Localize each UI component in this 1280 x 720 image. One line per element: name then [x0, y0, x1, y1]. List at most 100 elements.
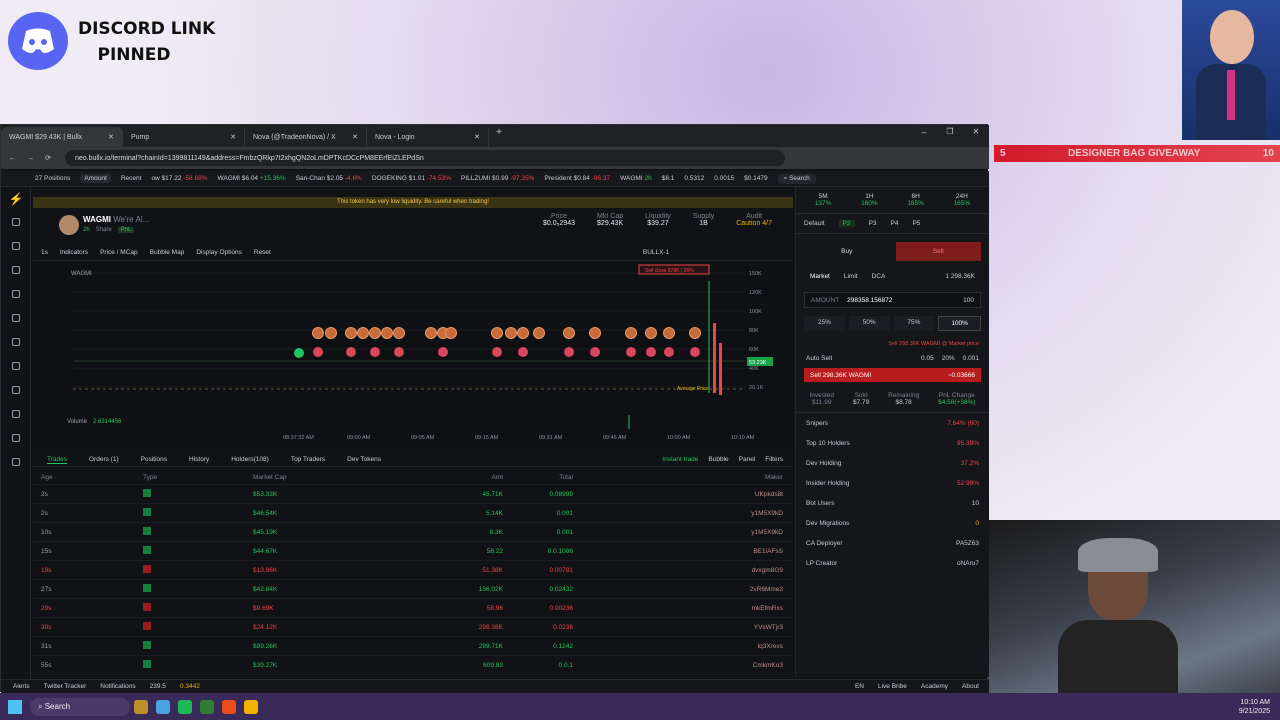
fee-priority[interactable]: 0.001 [963, 355, 979, 362]
preset-tab[interactable]: P5 [912, 220, 920, 227]
trades-tab[interactable]: Trades [47, 456, 67, 464]
price-chart[interactable]: Sell close $78K | 26% Average Price 53.2… [33, 263, 793, 449]
token-info-row[interactable]: Insider Holding 52.99% [796, 473, 989, 493]
order-type-tab[interactable]: DCA [872, 273, 886, 280]
trades-tab[interactable]: Dev Tokens [347, 456, 381, 464]
live-bribe-button[interactable]: Live Bribe [878, 683, 907, 690]
price-mcap-toggle[interactable]: Price / MCap [100, 249, 138, 256]
url-field[interactable]: neo.bullx.io/terminal?chainId=1399811149… [65, 150, 785, 166]
search-icon[interactable] [1, 211, 31, 235]
percent-button[interactable]: 50% [848, 316, 890, 331]
clock[interactable]: 10:10 AM 9/21/2025 [1239, 698, 1270, 716]
preset-tab[interactable]: P2 [838, 220, 855, 227]
sell-tab[interactable]: Sell [895, 242, 981, 261]
app-icon[interactable] [134, 699, 148, 714]
minimize-icon[interactable]: – [911, 127, 937, 147]
timeframe-stat[interactable]: 5M 137% [815, 193, 832, 207]
indicators-button[interactable]: Indicators [60, 249, 88, 256]
alerts-button[interactable]: Alerts [13, 683, 30, 690]
start-icon[interactable] [8, 699, 22, 714]
about-button[interactable]: About [962, 683, 979, 690]
close-icon[interactable]: ✕ [474, 133, 480, 141]
table-row[interactable]: 19s $13.96K 51.38K 0.00781 dvxgm8G9 [33, 561, 793, 580]
preset-tab[interactable]: P4 [891, 220, 899, 227]
ticker-item[interactable]: $8.1 [662, 175, 675, 182]
browser-tab[interactable]: Pump ✕ [123, 127, 245, 147]
token-info-row[interactable]: Snipers 7.64% (50) [796, 413, 989, 433]
chrome-icon[interactable] [244, 699, 258, 714]
trades-tool[interactable]: Panel [739, 456, 756, 463]
search-button[interactable]: ⌕ Search [777, 173, 816, 184]
bubble-map-button[interactable]: Bubble Map [150, 249, 185, 256]
timeframe-stat[interactable]: 24H 165% [954, 193, 971, 207]
multi-icon[interactable] [1, 403, 31, 427]
table-row[interactable]: 2s $46.54K 5.14K 0.001 y1M5X9kD [33, 504, 793, 523]
preset-tab[interactable]: P3 [869, 220, 877, 227]
row-maker[interactable]: y1M5X9kD [573, 529, 783, 536]
ticker-item[interactable]: San-Chan $2.05 -4.6% [296, 175, 362, 182]
timeframe-stat[interactable]: 6H 165% [907, 193, 924, 207]
percent-button[interactable]: 25% [804, 316, 845, 331]
wallets-icon[interactable] [1, 427, 31, 451]
row-maker[interactable]: mkEfmRxs [573, 605, 783, 612]
browser-tab[interactable]: Nova - Login ✕ [367, 127, 489, 147]
positions-count[interactable]: 27 Positions [35, 175, 70, 182]
row-maker[interactable]: CmkmKo3 [573, 662, 783, 669]
fee-percent[interactable]: 20% [942, 355, 955, 362]
token-info-row[interactable]: Dev Migrations 0 [796, 513, 989, 533]
timeframe-stat[interactable]: 1H 160% [861, 193, 878, 207]
row-maker[interactable]: UKpkds8t [573, 491, 783, 498]
reload-icon[interactable]: ⟳ [45, 154, 51, 162]
forward-icon[interactable]: → [27, 155, 34, 162]
token-info-row[interactable]: Dev Holding 37.2% [796, 453, 989, 473]
table-row[interactable]: 15s $44.67K 58.22 0.0.1086 BE1iAFsS [33, 542, 793, 561]
share-button[interactable]: Share [96, 227, 112, 233]
ticker-item[interactable]: ow $17.22 -58.68% [151, 175, 207, 182]
col-age[interactable]: Age [33, 474, 143, 481]
taskbar-search[interactable]: ⌕ Search [30, 697, 130, 716]
close-icon[interactable]: ✕ [230, 133, 236, 141]
browser-tab[interactable]: Nova (@TradeonNova) / X ✕ [245, 127, 367, 147]
row-maker[interactable]: YVsWTjr3 [573, 624, 783, 631]
spotify-icon[interactable] [178, 699, 192, 714]
amount-input[interactable]: AMOUNT 298358.156872 100 [804, 292, 981, 308]
window-close-icon[interactable]: ✕ [963, 127, 989, 147]
app-icon[interactable] [200, 699, 214, 714]
close-icon[interactable]: ✕ [352, 133, 358, 141]
source-select[interactable]: BULLX-1 [643, 249, 669, 256]
reset-button[interactable]: Reset [254, 249, 271, 256]
table-row[interactable]: 31s $99.26K 299.71K 0.1242 Iq3Xrexs [33, 637, 793, 656]
trades-tool[interactable]: Bubble [708, 456, 728, 463]
twitter-tracker-button[interactable]: Twitter Tracker [44, 683, 87, 690]
preset-tab[interactable]: Default [804, 220, 825, 227]
trades-tab[interactable]: Holders(108) [231, 456, 269, 464]
buy-tab[interactable]: Buy [804, 242, 890, 261]
hyper-icon[interactable] [1, 307, 31, 331]
row-maker[interactable]: 2vR6Mme3 [573, 586, 783, 593]
ticker-item[interactable]: WAGMI $6.04 +15.36% [217, 175, 285, 182]
percent-button[interactable]: 100% [938, 316, 981, 331]
close-icon[interactable]: ✕ [108, 133, 114, 141]
row-maker[interactable]: BE1iAFsS [573, 548, 783, 555]
trades-tab[interactable]: Positions [141, 456, 167, 464]
token-info-row[interactable]: LP Creator oNAru7 [796, 553, 989, 573]
app-icon[interactable] [156, 699, 170, 714]
row-maker[interactable]: dvxgm8G9 [573, 567, 783, 574]
recent-toggle[interactable]: Recent [121, 175, 142, 182]
token-info-row[interactable]: Bot Users 10 [796, 493, 989, 513]
neo-icon[interactable] [1, 283, 31, 307]
app-icon[interactable] [222, 699, 236, 714]
trades-tab[interactable]: Orders (1) [89, 456, 119, 464]
row-maker[interactable]: Iq3Xrexs [573, 643, 783, 650]
table-row[interactable]: 30s $24.12K 298.36K 0.0236 YVsWTjr3 [33, 618, 793, 637]
token-info-row[interactable]: Top 10 Holders 95.39% [796, 433, 989, 453]
amount-toggle[interactable]: Amount [80, 174, 111, 183]
maximize-icon[interactable]: ❐ [937, 127, 963, 147]
table-row[interactable]: 29s $9.69K 58.96 0.00236 mkEfmRxs [33, 599, 793, 618]
pnl-button[interactable]: PnL [117, 227, 135, 233]
notifications-button[interactable]: Notifications [100, 683, 135, 690]
fee-slippage[interactable]: 0.05 [921, 355, 934, 362]
trades-tool[interactable]: Filters [765, 456, 783, 463]
col-market-cap[interactable]: Market Cap [253, 474, 433, 481]
interval-select[interactable]: 1s [41, 249, 48, 256]
